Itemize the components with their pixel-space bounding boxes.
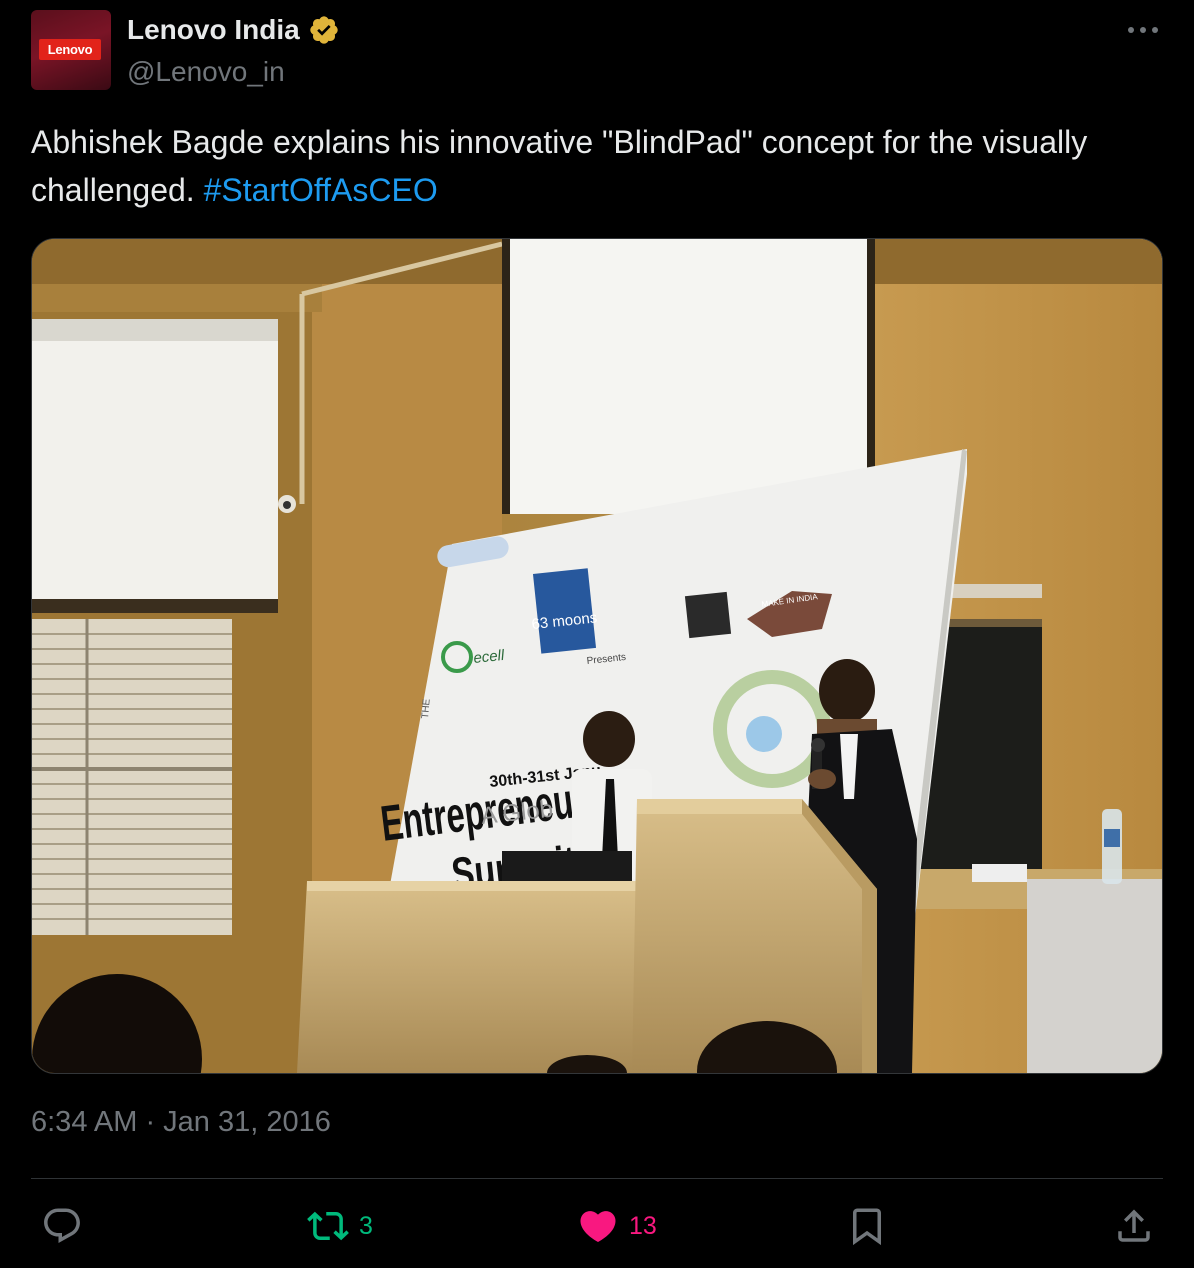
tweet-photo[interactable]: 63 moons ecell Presents MAKE IN INDIA TH…: [31, 238, 1163, 1074]
banner-the: THE: [420, 698, 433, 719]
avatar[interactable]: Lenovo: [31, 10, 111, 90]
display-name[interactable]: Lenovo India: [127, 14, 300, 46]
avatar-logo-text: Lenovo: [47, 42, 93, 57]
hashtag-link[interactable]: #StartOffAsCEO: [204, 172, 438, 208]
name-row: Lenovo India: [127, 14, 340, 46]
handle[interactable]: @Lenovo_in: [127, 56, 285, 88]
like-button[interactable]: 13: [577, 1200, 657, 1252]
action-bar: 3 13: [31, 1200, 1163, 1252]
tweet-timestamp[interactable]: 6:34 AM · Jan 31, 2016: [31, 1106, 331, 1139]
like-count: 13: [629, 1211, 657, 1240]
heart-icon: [580, 1211, 616, 1243]
divider: [31, 1178, 1163, 1179]
bookmark-icon: [853, 1208, 881, 1246]
share-icon: [1118, 1209, 1150, 1242]
lenovo-logo: Lenovo: [39, 39, 101, 60]
photo-scene: 63 moons ecell Presents MAKE IN INDIA TH…: [32, 239, 1162, 1073]
reply-button[interactable]: [41, 1200, 83, 1252]
verified-badge-icon: [310, 16, 338, 44]
banner-ecell: ecell: [473, 647, 506, 667]
share-button[interactable]: [1113, 1200, 1155, 1252]
bookmark-button[interactable]: [846, 1200, 888, 1252]
retweet-count: 3: [359, 1211, 373, 1240]
tweet-body: Abhishek Bagde explains his innovative "…: [31, 124, 1088, 208]
more-options-icon[interactable]: [1123, 16, 1163, 44]
tweet-header: Lenovo Lenovo India @Lenovo_in: [31, 10, 1163, 92]
retweet-icon: [307, 1211, 349, 1241]
retweet-button[interactable]: 3: [307, 1200, 373, 1252]
tweet-text: Abhishek Bagde explains his innovative "…: [31, 118, 1163, 214]
reply-icon: [44, 1208, 80, 1243]
